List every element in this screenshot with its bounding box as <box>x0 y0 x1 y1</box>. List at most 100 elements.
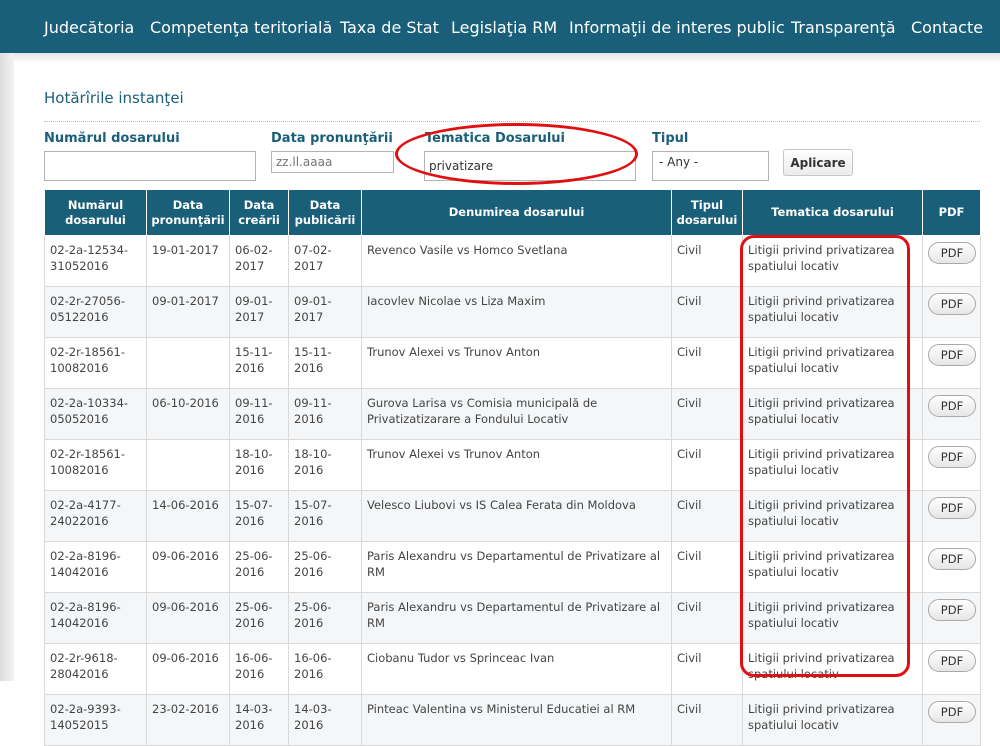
pdf-button[interactable]: PDF <box>928 701 976 723</box>
cell-pdf: PDF <box>922 643 981 695</box>
cell-pdf: PDF <box>922 388 981 440</box>
topic-label: Tematica Dosarului <box>425 131 566 146</box>
type-label: Tipul <box>652 131 689 146</box>
table-header-row: Numărul dosarului Data pronunţării Data … <box>44 189 981 236</box>
date-input[interactable] <box>271 151 394 173</box>
type-select-value: - Any - <box>659 155 699 169</box>
cell-case-name: Ciobanu Tudor vs Sprinceac Ivan <box>361 643 672 695</box>
cell-case-number: 02-2r-9618-28042016 <box>44 643 147 695</box>
cell-created-date: 15-11-2016 <box>229 337 289 389</box>
column-header-published-date[interactable]: Data publicării <box>288 189 362 236</box>
top-navigation: Judecătoria Competenţa teritorială Taxa … <box>0 0 1000 53</box>
cell-case-type: Civil <box>671 439 743 491</box>
topic-input[interactable] <box>424 151 636 181</box>
column-header-case-type[interactable]: Tipul dosarului <box>671 189 743 236</box>
cell-pdf: PDF <box>922 490 981 542</box>
nav-item-competenta-teritoriala[interactable]: Competenţa teritorială <box>150 0 332 53</box>
cell-case-type: Civil <box>671 541 743 593</box>
pdf-button[interactable]: PDF <box>928 344 976 366</box>
cell-pdf: PDF <box>922 592 981 644</box>
date-label: Data pronunţării <box>271 131 393 146</box>
nav-item-judecatoria[interactable]: Judecătoria <box>44 0 134 53</box>
cell-case-topic: Litigii privind privatizarea spatiului l… <box>742 541 923 593</box>
pdf-button[interactable]: PDF <box>928 395 976 417</box>
cell-pdf: PDF <box>922 694 981 746</box>
cell-created-date: 25-06-2016 <box>229 541 289 593</box>
apply-button[interactable]: Aplicare <box>783 149 853 176</box>
table-row: 02-2r-18561-10082016 15-11-2016 15-11-20… <box>44 337 981 389</box>
nav-item-transparenta[interactable]: Transparenţă <box>791 0 896 53</box>
cell-case-topic: Litigii privind privatizarea spatiului l… <box>742 490 923 542</box>
pdf-button[interactable]: PDF <box>928 446 976 468</box>
column-header-case-name[interactable]: Denumirea dosarului <box>361 189 672 236</box>
title-divider <box>44 121 980 122</box>
table-row: 02-2r-9618-28042016 09-06-2016 16-06-201… <box>44 643 981 695</box>
cell-published-date: 25-06-2016 <box>288 541 362 593</box>
pdf-button[interactable]: PDF <box>928 599 976 621</box>
nav-item-taxa-de-stat[interactable]: Taxa de Stat <box>340 0 439 53</box>
cell-case-topic: Litigii privind privatizarea spatiului l… <box>742 286 923 338</box>
cell-case-number: 02-2a-8196-14042016 <box>44 541 147 593</box>
cell-case-name: Velesco Liubovi vs IS Calea Ferata din M… <box>361 490 672 542</box>
results-table: Numărul dosarului Data pronunţării Data … <box>44 189 981 746</box>
cell-pronounced-date: 06-10-2016 <box>146 388 230 440</box>
table-row: 02-2r-27056-05122016 09-01-2017 09-01-20… <box>44 286 981 338</box>
table-row: 02-2a-12534-31052016 19-01-2017 06-02-20… <box>44 235 981 287</box>
cell-pdf: PDF <box>922 286 981 338</box>
column-header-pdf: PDF <box>922 189 981 236</box>
column-header-pronounced-date[interactable]: Data pronunţării <box>146 189 230 236</box>
cell-case-number: 02-2a-4177-24022016 <box>44 490 147 542</box>
cell-case-name: Paris Alexandru vs Departamentul de Priv… <box>361 541 672 593</box>
table-row: 02-2a-8196-14042016 09-06-2016 25-06-201… <box>44 541 981 593</box>
type-select[interactable]: - Any - <box>652 151 769 181</box>
column-header-case-number[interactable]: Numărul dosarului <box>44 189 147 236</box>
cell-published-date: 16-06-2016 <box>288 643 362 695</box>
column-header-created-date[interactable]: Data creării <box>229 189 289 236</box>
cell-pronounced-date <box>146 439 230 491</box>
cell-pronounced-date: 23-02-2016 <box>146 694 230 746</box>
cell-case-number: 02-2r-18561-10082016 <box>44 337 147 389</box>
cell-created-date: 14-03-2016 <box>229 694 289 746</box>
cell-case-number: 02-2r-18561-10082016 <box>44 439 147 491</box>
cell-created-date: 06-02-2017 <box>229 235 289 287</box>
cell-published-date: 25-06-2016 <box>288 592 362 644</box>
pdf-button[interactable]: PDF <box>928 548 976 570</box>
table-row: 02-2a-9393-14052015 23-02-2016 14-03-201… <box>44 694 981 746</box>
cell-case-type: Civil <box>671 490 743 542</box>
nav-item-informatii-de-interes-public[interactable]: Informaţii de interes public <box>569 0 785 53</box>
cell-created-date: 18-10-2016 <box>229 439 289 491</box>
cell-published-date: 09-01-2017 <box>288 286 362 338</box>
cell-case-type: Civil <box>671 694 743 746</box>
cell-case-number: 02-2r-27056-05122016 <box>44 286 147 338</box>
cell-published-date: 18-10-2016 <box>288 439 362 491</box>
pdf-button[interactable]: PDF <box>928 650 976 672</box>
cell-published-date: 14-03-2016 <box>288 694 362 746</box>
cell-case-name: Pinteac Valentina vs Ministerul Educatie… <box>361 694 672 746</box>
cell-pdf: PDF <box>922 235 981 287</box>
pdf-button[interactable]: PDF <box>928 293 976 315</box>
cell-published-date: 09-11-2016 <box>288 388 362 440</box>
cell-pdf: PDF <box>922 541 981 593</box>
cell-case-type: Civil <box>671 643 743 695</box>
cell-case-topic: Litigii privind privatizarea spatiului l… <box>742 694 923 746</box>
cell-case-topic: Litigii privind privatizarea spatiului l… <box>742 235 923 287</box>
cell-pronounced-date: 09-01-2017 <box>146 286 230 338</box>
cell-case-type: Civil <box>671 388 743 440</box>
cell-created-date: 25-06-2016 <box>229 592 289 644</box>
cell-case-topic: Litigii privind privatizarea spatiului l… <box>742 337 923 389</box>
cell-pdf: PDF <box>922 439 981 491</box>
header-shadow <box>14 53 1000 63</box>
cell-case-number: 02-2a-9393-14052015 <box>44 694 147 746</box>
column-header-case-topic[interactable]: Tematica dosarului <box>742 189 923 236</box>
cell-case-topic: Litigii privind privatizarea spatiului l… <box>742 388 923 440</box>
nav-item-contacte[interactable]: Contacte <box>911 0 983 53</box>
nav-item-legislatia-rm[interactable]: Legislaţia RM <box>451 0 557 53</box>
cell-case-name: Iacovlev Nicolae vs Liza Maxim <box>361 286 672 338</box>
left-rail <box>0 53 14 681</box>
cell-case-type: Civil <box>671 337 743 389</box>
cell-pronounced-date: 09-06-2016 <box>146 541 230 593</box>
table-row: 02-2a-10334-05052016 06-10-2016 09-11-20… <box>44 388 981 440</box>
pdf-button[interactable]: PDF <box>928 497 976 519</box>
pdf-button[interactable]: PDF <box>928 242 976 264</box>
case-number-input[interactable] <box>44 151 256 181</box>
